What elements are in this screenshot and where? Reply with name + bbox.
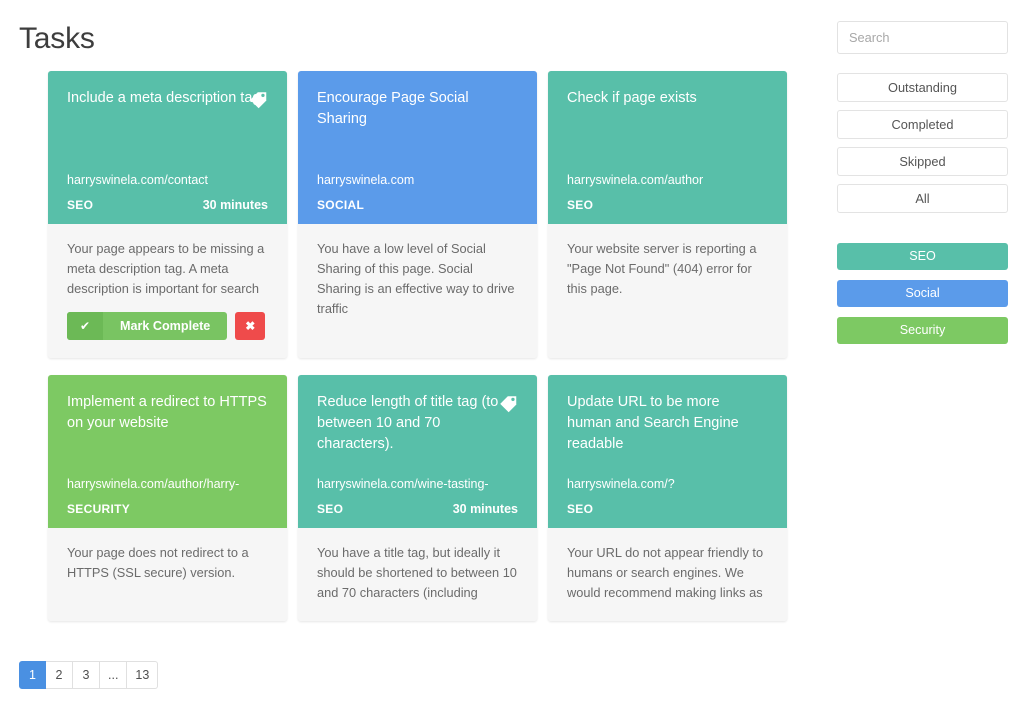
task-card[interactable]: Implement a redirect to HTTPS on your we…	[48, 375, 287, 621]
task-title: Update URL to be more human and Search E…	[567, 392, 767, 455]
task-card-meta: harryswinela.com/author SEO	[567, 171, 768, 212]
task-card-body: Your page does not redirect to a HTTPS (…	[48, 528, 287, 621]
task-category: SEO	[567, 198, 593, 212]
task-card-header: Update URL to be more human and Search E…	[548, 375, 787, 528]
task-card-meta: harryswinela.com/author/harry- SECURITY	[67, 475, 268, 516]
task-card-body: You have a low level of Social Sharing o…	[298, 224, 537, 358]
task-card-footer: SEO	[567, 198, 768, 212]
page-button-1[interactable]: 1	[19, 661, 46, 689]
task-card-header: Encourage Page Social Sharing harryswine…	[298, 71, 537, 224]
filter-all-button[interactable]: All	[837, 184, 1008, 213]
task-category: SOCIAL	[317, 198, 364, 212]
task-category: SEO	[567, 502, 593, 516]
task-card-row: Implement a redirect to HTTPS on your we…	[48, 375, 788, 621]
task-card-meta: harryswinela.com SOCIAL	[317, 171, 518, 212]
task-url: harryswinela.com/?	[567, 475, 768, 493]
task-description: Your URL do not appear friendly to human…	[567, 543, 768, 603]
tag-icon	[247, 89, 269, 111]
pagination: 1 2 3 ... 13	[19, 661, 158, 689]
filter-button-group: Outstanding Completed Skipped All	[837, 73, 1008, 213]
task-description: Your website server is reporting a "Page…	[567, 239, 768, 299]
task-url: harryswinela.com/author/harry-	[67, 475, 268, 493]
task-title: Include a meta description tag	[67, 88, 267, 109]
task-card-footer: SEO 30 minutes	[317, 502, 518, 516]
task-card-body: Your URL do not appear friendly to human…	[548, 528, 787, 621]
task-card[interactable]: Update URL to be more human and Search E…	[548, 375, 787, 621]
category-social-button[interactable]: Social	[837, 280, 1008, 307]
page-button-3[interactable]: 3	[73, 661, 100, 689]
category-legend-group: SEO Social Security	[837, 243, 1008, 344]
search-input[interactable]	[837, 21, 1008, 54]
task-card-row: Include a meta description tag harryswin…	[48, 71, 788, 358]
task-category: SEO	[317, 502, 343, 516]
task-duration: 30 minutes	[453, 502, 518, 516]
task-card[interactable]: Include a meta description tag harryswin…	[48, 71, 287, 358]
task-card-meta: harryswinela.com/wine-tasting- SEO 30 mi…	[317, 475, 518, 516]
skip-task-button[interactable]: ✖	[235, 312, 265, 340]
task-category: SEO	[67, 198, 93, 212]
page-title: Tasks	[19, 18, 95, 60]
task-url: harryswinela.com/contact	[67, 171, 268, 189]
task-card[interactable]: Check if page exists harryswinela.com/au…	[548, 71, 787, 358]
sidebar: Outstanding Completed Skipped All SEO So…	[837, 21, 1008, 354]
page-button-13[interactable]: 13	[127, 661, 158, 689]
task-description: Your page appears to be missing a meta d…	[67, 239, 268, 299]
task-title: Encourage Page Social Sharing	[317, 88, 517, 130]
task-card-header: Check if page exists harryswinela.com/au…	[548, 71, 787, 224]
task-card-header: Include a meta description tag harryswin…	[48, 71, 287, 224]
check-icon: ✔	[67, 312, 103, 340]
task-description: You have a title tag, but ideally it sho…	[317, 543, 518, 603]
task-duration: 30 minutes	[203, 198, 268, 212]
page-button-ellipsis[interactable]: ...	[100, 661, 127, 689]
task-card-body: Your page appears to be missing a meta d…	[48, 224, 287, 358]
category-security-button[interactable]: Security	[837, 317, 1008, 344]
task-category: SECURITY	[67, 502, 130, 516]
task-url: harryswinela.com/author	[567, 171, 768, 189]
task-card-header: Implement a redirect to HTTPS on your we…	[48, 375, 287, 528]
filter-skipped-button[interactable]: Skipped	[837, 147, 1008, 176]
mark-complete-button[interactable]: ✔ Mark Complete	[67, 312, 227, 340]
task-cards-grid: Include a meta description tag harryswin…	[48, 71, 788, 638]
task-url: harryswinela.com	[317, 171, 518, 189]
task-card-header: Reduce length of title tag (to between 1…	[298, 375, 537, 528]
mark-complete-label: Mark Complete	[103, 312, 227, 340]
filter-outstanding-button[interactable]: Outstanding	[837, 73, 1008, 102]
task-card-body: Your website server is reporting a "Page…	[548, 224, 787, 358]
filter-completed-button[interactable]: Completed	[837, 110, 1008, 139]
task-card-body: You have a title tag, but ideally it sho…	[298, 528, 537, 621]
task-title: Implement a redirect to HTTPS on your we…	[67, 392, 267, 434]
task-card-actions: ✔ Mark Complete ✖	[67, 312, 268, 340]
task-title: Reduce length of title tag (to between 1…	[317, 392, 517, 455]
page-button-2[interactable]: 2	[46, 661, 73, 689]
task-card-footer: SEO	[567, 502, 768, 516]
category-seo-button[interactable]: SEO	[837, 243, 1008, 270]
task-description: Your page does not redirect to a HTTPS (…	[67, 543, 268, 583]
task-card-footer: SEO 30 minutes	[67, 198, 268, 212]
tag-icon	[497, 393, 519, 415]
task-url: harryswinela.com/wine-tasting-	[317, 475, 518, 493]
task-card[interactable]: Encourage Page Social Sharing harryswine…	[298, 71, 537, 358]
task-card-footer: SOCIAL	[317, 198, 518, 212]
tasks-page: Tasks Include a meta description tag har…	[0, 0, 1024, 704]
task-card[interactable]: Reduce length of title tag (to between 1…	[298, 375, 537, 621]
task-card-meta: harryswinela.com/? SEO	[567, 475, 768, 516]
task-card-footer: SECURITY	[67, 502, 268, 516]
task-title: Check if page exists	[567, 88, 767, 109]
task-card-meta: harryswinela.com/contact SEO 30 minutes	[67, 171, 268, 212]
task-description: You have a low level of Social Sharing o…	[317, 239, 518, 319]
